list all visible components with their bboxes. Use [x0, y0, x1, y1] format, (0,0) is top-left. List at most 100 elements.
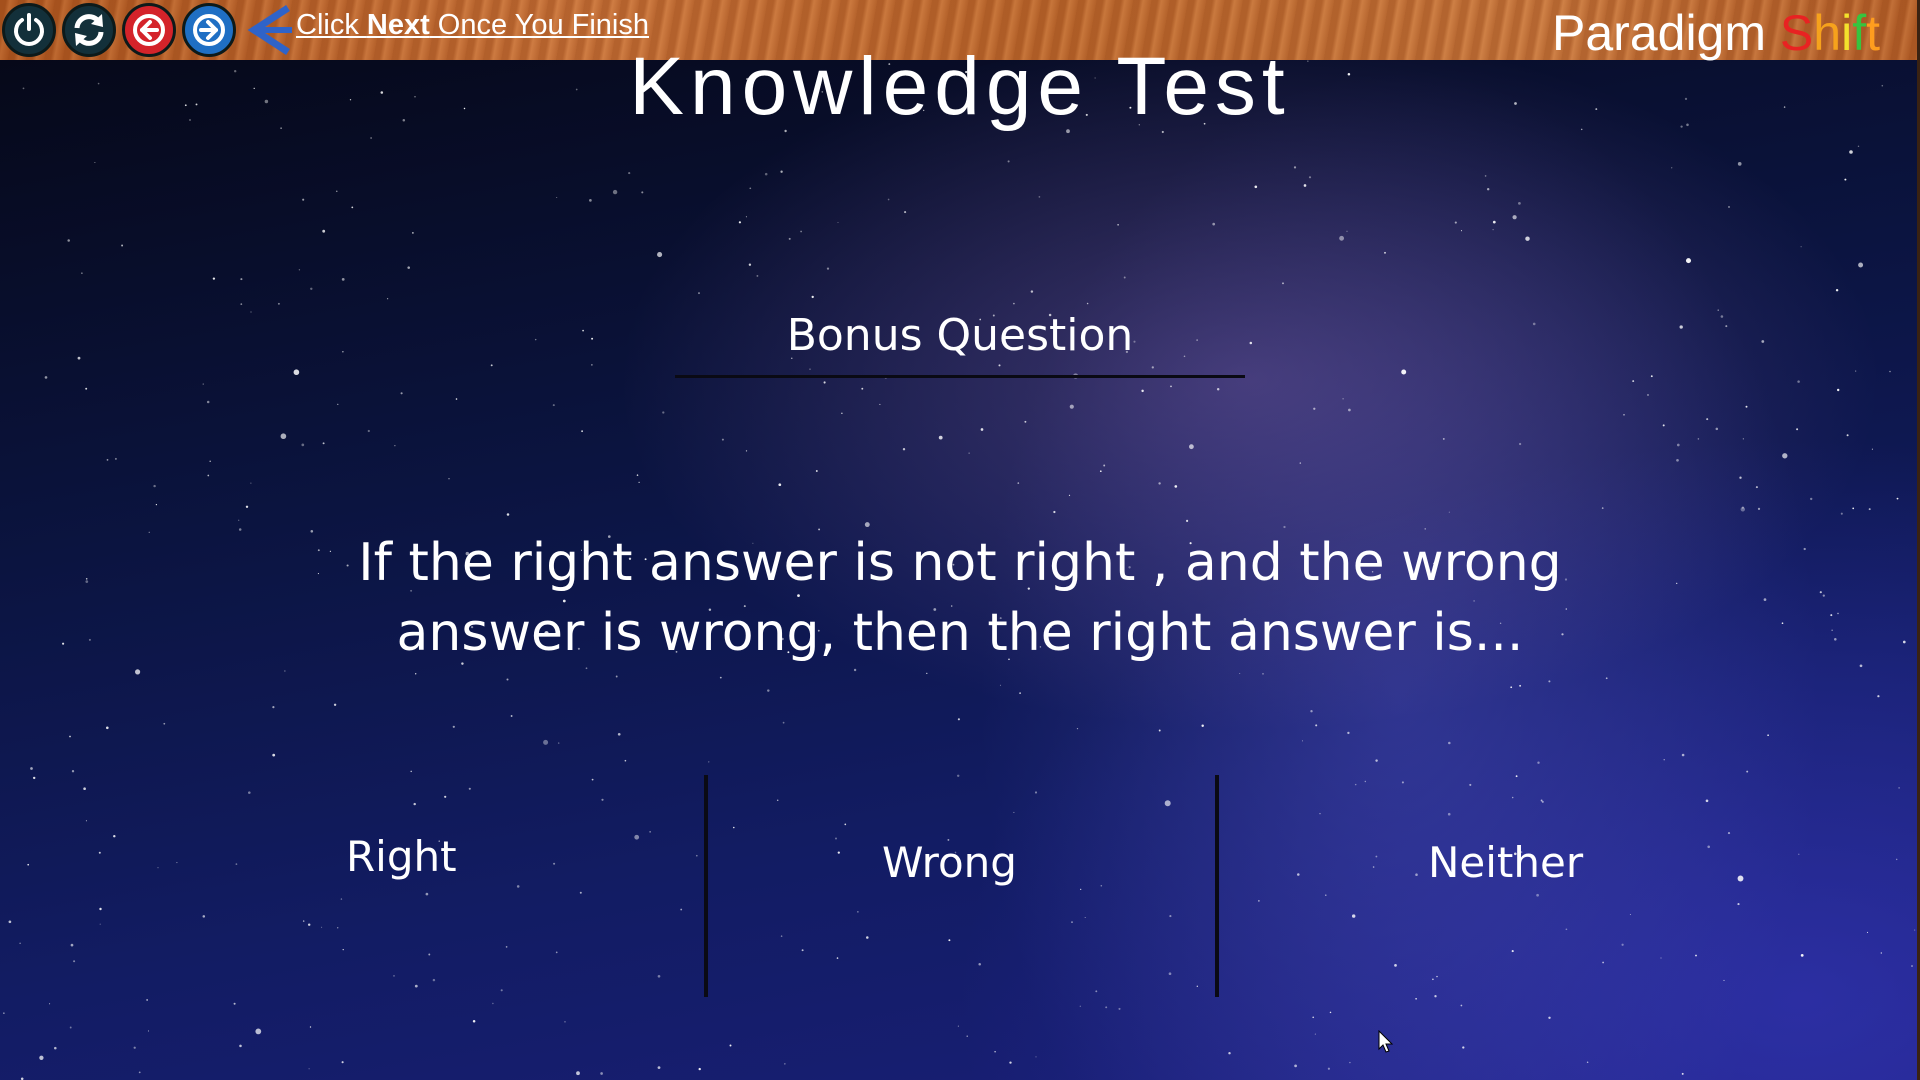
star — [581, 430, 583, 433]
star — [1158, 482, 1161, 485]
star — [1518, 442, 1522, 446]
answer-option-neither[interactable]: Neither — [1428, 838, 1583, 887]
star — [864, 522, 870, 528]
star — [1313, 407, 1316, 410]
star — [238, 528, 242, 531]
star — [1394, 964, 1397, 967]
star — [394, 445, 396, 447]
star — [1676, 582, 1678, 585]
star — [612, 189, 618, 195]
star — [776, 799, 779, 802]
next-instruction-link[interactable]: Click Next Once You Finish — [296, 9, 649, 42]
star — [1095, 990, 1098, 993]
star — [1254, 185, 1258, 189]
star — [1349, 1061, 1351, 1064]
star — [1352, 914, 1356, 918]
star — [1697, 438, 1700, 440]
star — [351, 206, 354, 209]
star — [1448, 741, 1451, 745]
star — [39, 1055, 44, 1060]
star — [83, 787, 86, 791]
star — [1448, 511, 1450, 513]
star — [1705, 799, 1709, 803]
star — [1586, 1061, 1589, 1063]
star — [1868, 508, 1871, 511]
star — [1308, 176, 1312, 179]
star — [636, 474, 639, 476]
star — [1849, 150, 1853, 154]
star — [67, 239, 70, 242]
star — [729, 1044, 732, 1047]
answer-divider — [704, 775, 708, 997]
star — [1293, 166, 1297, 169]
star — [564, 1021, 566, 1023]
star — [1099, 470, 1102, 473]
star — [1196, 985, 1198, 987]
star — [1086, 302, 1089, 305]
star — [307, 923, 311, 926]
question-text: If the right answer is not right , and t… — [358, 533, 1562, 663]
star — [1803, 547, 1806, 551]
star — [428, 953, 431, 956]
star — [1822, 594, 1825, 597]
star — [472, 1020, 476, 1023]
star — [1348, 408, 1351, 412]
star — [1728, 206, 1730, 208]
answer-option-right[interactable]: Right — [346, 832, 457, 881]
star — [341, 278, 345, 281]
star — [1186, 519, 1189, 522]
star — [634, 834, 640, 840]
star — [1174, 485, 1178, 488]
star — [452, 725, 455, 728]
star — [1737, 162, 1742, 166]
star — [85, 820, 87, 822]
star — [1840, 512, 1843, 515]
star — [698, 1067, 701, 1071]
star — [1325, 894, 1327, 896]
star — [579, 891, 582, 894]
star — [206, 400, 210, 404]
star — [1019, 692, 1021, 694]
star — [250, 311, 252, 313]
star — [386, 298, 389, 300]
star — [1601, 507, 1604, 509]
star — [1346, 230, 1348, 232]
star — [506, 513, 510, 516]
star — [956, 774, 960, 778]
star — [77, 356, 81, 360]
star — [44, 376, 48, 379]
star — [425, 892, 429, 896]
star — [1364, 780, 1366, 783]
star — [54, 1046, 57, 1050]
star — [788, 237, 791, 240]
star — [272, 753, 276, 757]
star — [1755, 486, 1758, 489]
star — [582, 329, 584, 332]
star — [1914, 929, 1916, 931]
star — [500, 989, 503, 992]
star — [738, 221, 742, 224]
star — [1858, 262, 1864, 268]
star — [1800, 246, 1802, 248]
star — [1676, 443, 1680, 447]
star — [1715, 427, 1719, 431]
star — [1212, 222, 1216, 226]
star — [1301, 740, 1304, 742]
star — [1707, 845, 1710, 849]
star — [298, 269, 301, 271]
star — [1434, 995, 1437, 998]
star — [552, 404, 555, 407]
star — [235, 863, 238, 865]
star — [748, 263, 752, 266]
answer-option-wrong[interactable]: Wrong — [882, 838, 1017, 887]
star — [432, 978, 436, 982]
star — [1262, 673, 1264, 675]
star — [784, 1063, 786, 1065]
star — [662, 411, 665, 414]
star — [1737, 875, 1744, 882]
star — [857, 911, 859, 913]
star — [1038, 196, 1041, 198]
star — [680, 908, 683, 911]
star — [1401, 369, 1407, 375]
star — [1080, 888, 1082, 891]
